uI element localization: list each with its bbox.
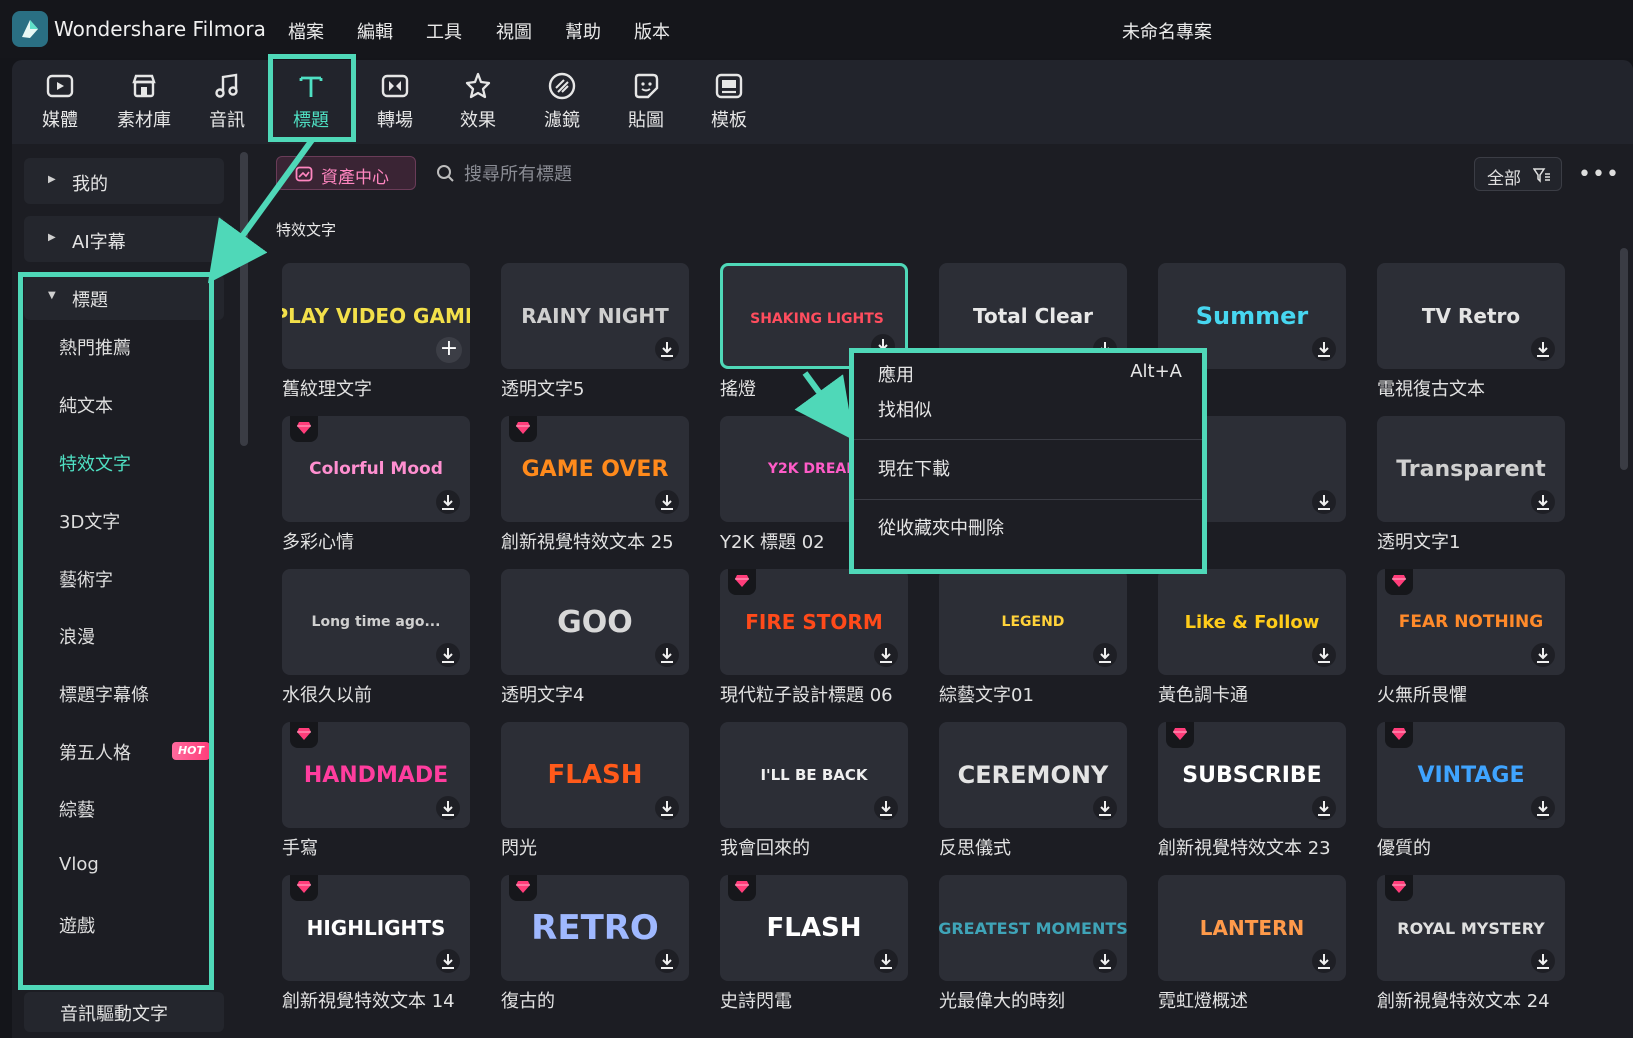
annotation-arrows	[207, 138, 855, 441]
